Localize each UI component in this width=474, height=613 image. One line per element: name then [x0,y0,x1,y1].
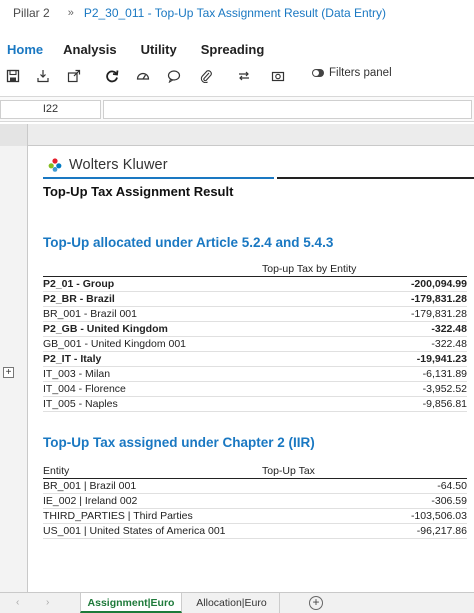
table-row[interactable]: GB_001 - United Kingdom 001 -322.48 [43,337,467,352]
logo-text: Wolters Kluwer [69,157,168,173]
cell-reference-box[interactable]: I22 [0,100,101,119]
row-value[interactable]: -3,952.52 [423,382,467,397]
row-label: BR_001 | Brazil 001 [43,480,137,492]
row-label: IT_004 - Florence [43,383,126,395]
row-label: IT_003 - Milan [43,368,111,380]
column-header [0,124,474,146]
camera-icon[interactable] [270,68,286,84]
menu-analysis[interactable]: Analysis [63,42,116,57]
row-label: GB_001 - United Kingdom 001 [43,338,187,350]
row-value[interactable]: -64.50 [437,479,467,494]
row-label: P2_GB - United Kingdom [43,323,168,335]
wolters-kluwer-logo-icon [48,158,62,172]
report-title: Top-Up Tax Assignment Result [43,184,234,199]
breadcrumb: Pillar 2 » P2_30_011 - Top-Up Tax Assign… [0,0,474,26]
menu-bar: Home Analysis Utility Spreading [0,38,288,60]
comment-icon[interactable] [166,68,182,84]
row-label: US_001 | United States of America 001 [43,525,226,537]
allocation-table-header: Top-up Tax by Entity [43,262,467,277]
row-value[interactable]: -179,831.28 [411,292,467,307]
share-icon[interactable] [66,68,82,84]
table-row[interactable]: P2_GB - United Kingdom -322.48 [43,322,467,337]
row-value[interactable]: -96,217.86 [417,524,467,539]
section1-title: Top-Up allocated under Article 5.2.4 and… [43,235,334,250]
formula-bar: I22 [0,96,474,122]
row-label: THIRD_PARTIES | Third Parties [43,510,193,522]
row-value[interactable]: -179,831.28 [411,307,467,322]
row-value[interactable]: -306.59 [431,494,467,509]
table-row[interactable]: P2_01 - Group -200,094.99 [43,277,467,292]
column-header-top-up-tax: Top-Up Tax [262,465,315,477]
row-value[interactable]: -103,506.03 [411,509,467,524]
filters-panel-toggle[interactable]: Filters panel [312,67,392,79]
row-label: BR_001 - Brazil 001 [43,308,137,320]
breadcrumb-root[interactable]: Pillar 2 [13,6,50,20]
header-rule-blue [43,177,274,179]
breadcrumb-separator: » [67,7,74,19]
menu-home[interactable]: Home [7,42,43,57]
sync-icon[interactable] [236,68,252,84]
row-value[interactable]: -322.48 [431,322,467,337]
table-row[interactable]: BR_001 | Brazil 001 -64.50 [43,479,467,494]
table-row[interactable]: IE_002 | Ireland 002 -306.59 [43,494,467,509]
toggle-icon [312,69,324,77]
table-row[interactable]: IT_004 - Florence -3,952.52 [43,382,467,397]
attachment-icon[interactable] [198,68,214,84]
menu-spreading[interactable]: Spreading [201,42,265,57]
dashboard-icon[interactable] [135,68,151,84]
row-value[interactable]: -322.48 [431,337,467,352]
table-row[interactable]: P2_IT - Italy -19,941.23 [43,352,467,367]
row-label: P2_IT - Italy [43,353,102,365]
table-row[interactable]: US_001 | United States of America 001 -96… [43,524,467,539]
row-label: IE_002 | Ireland 002 [43,495,138,507]
toolbar: Filters panel [0,66,474,86]
sheet-area: Wolters Kluwer Top-Up Tax Assignment Res… [29,146,474,592]
export-icon[interactable] [35,68,51,84]
menu-utility[interactable]: Utility [141,42,177,57]
refresh-icon[interactable] [104,68,120,84]
tab-scroll-left-icon[interactable]: ‹ [16,597,19,608]
expand-group-button[interactable]: + [3,367,14,378]
sheet-tab-bar: ‹ › Assignment|Euro Allocation|Euro + [0,592,474,613]
table-row[interactable]: THIRD_PARTIES | Third Parties -103,506.03 [43,509,467,524]
assignment-table: Entity Top-Up Tax BR_001 | Brazil 001 -64… [43,464,467,539]
table-row[interactable]: IT_005 - Naples -9,856.81 [43,397,467,412]
row-label: IT_005 - Naples [43,398,118,410]
assignment-table-header: Entity Top-Up Tax [43,464,467,479]
header-rule-dark [277,177,474,179]
allocation-table: Top-up Tax by Entity P2_01 - Group -200,0… [43,262,467,412]
row-value[interactable]: -9,856.81 [423,397,467,412]
section2-title: Top-Up Tax assigned under Chapter 2 (IIR… [43,435,315,450]
breadcrumb-current[interactable]: P2_30_011 - Top-Up Tax Assignment Result… [84,6,386,20]
row-gutter: + [0,146,28,592]
row-value[interactable]: -200,094.99 [411,277,467,292]
select-all-corner[interactable] [0,124,28,146]
column-header-entity: Entity [43,465,70,477]
tab-assignment-euro[interactable]: Assignment|Euro [80,593,182,613]
row-value[interactable]: -19,941.23 [417,352,467,367]
column-header-tax-by-entity: Top-up Tax by Entity [262,263,357,275]
add-sheet-icon[interactable]: + [309,596,323,610]
tab-scroll-right-icon[interactable]: › [46,597,49,608]
formula-input[interactable] [103,100,472,119]
filters-panel-label: Filters panel [329,67,392,79]
row-label: P2_01 - Group [43,278,115,290]
company-logo: Wolters Kluwer [47,157,168,173]
save-icon[interactable] [5,68,21,84]
row-value[interactable]: -6,131.89 [423,367,467,382]
row-label: P2_BR - Brazil [43,293,115,305]
tab-allocation-euro[interactable]: Allocation|Euro [184,593,280,613]
table-row[interactable]: IT_003 - Milan -6,131.89 [43,367,467,382]
table-row[interactable]: P2_BR - Brazil -179,831.28 [43,292,467,307]
table-row[interactable]: BR_001 - Brazil 001 -179,831.28 [43,307,467,322]
